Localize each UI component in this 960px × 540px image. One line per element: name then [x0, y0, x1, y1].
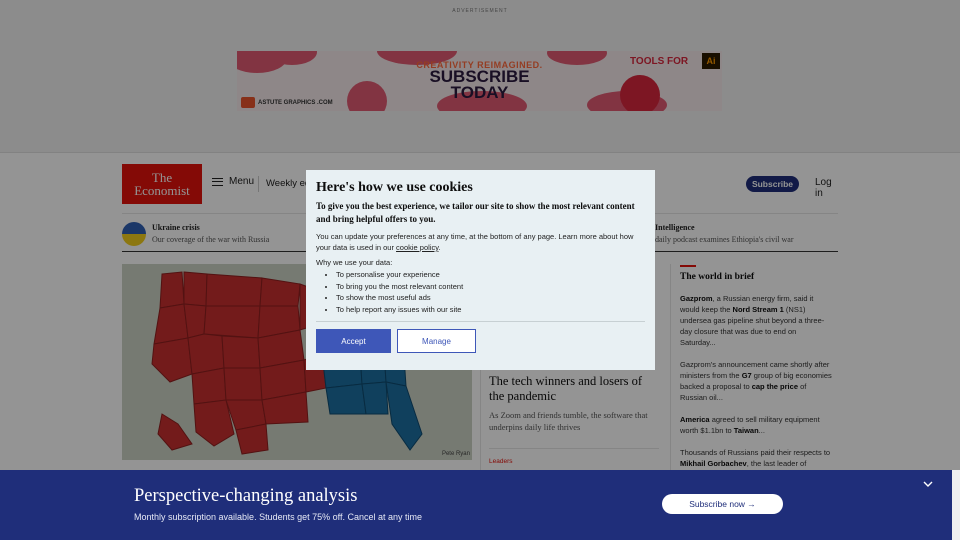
cookie-actions: Accept Manage: [316, 329, 645, 353]
list-item: To show the most useful ads: [336, 292, 645, 304]
cookie-policy-link[interactable]: cookie policy: [396, 243, 438, 252]
chevron-down-icon[interactable]: [922, 478, 934, 490]
cookie-why-label: Why we use your data:: [316, 258, 393, 267]
list-item: To help report any issues with our site: [336, 304, 645, 316]
promo-subtext: Monthly subscription available. Students…: [134, 512, 422, 522]
subscription-promo-bar: Perspective-changing analysis Monthly su…: [0, 470, 952, 540]
list-item: To personalise your experience: [336, 269, 645, 281]
promo-headline: Perspective-changing analysis: [134, 486, 358, 506]
cookie-intro: To give you the best experience, we tail…: [316, 201, 635, 224]
accept-button[interactable]: Accept: [316, 329, 391, 353]
manage-button[interactable]: Manage: [397, 329, 476, 353]
cookie-reasons-list: To personalise your experience To bring …: [336, 269, 645, 315]
cookie-preferences-text: You can update your preferences at any t…: [316, 232, 634, 252]
cookie-consent-dialog: Here's how we use cookies To give you th…: [306, 170, 655, 370]
cookie-title: Here's how we use cookies: [316, 180, 473, 195]
cookie-divider: [316, 321, 645, 322]
subscribe-now-button[interactable]: Subscribe now →: [662, 494, 783, 514]
page-scrollbar[interactable]: [952, 470, 960, 540]
list-item: To bring you the most relevant content: [336, 281, 645, 293]
